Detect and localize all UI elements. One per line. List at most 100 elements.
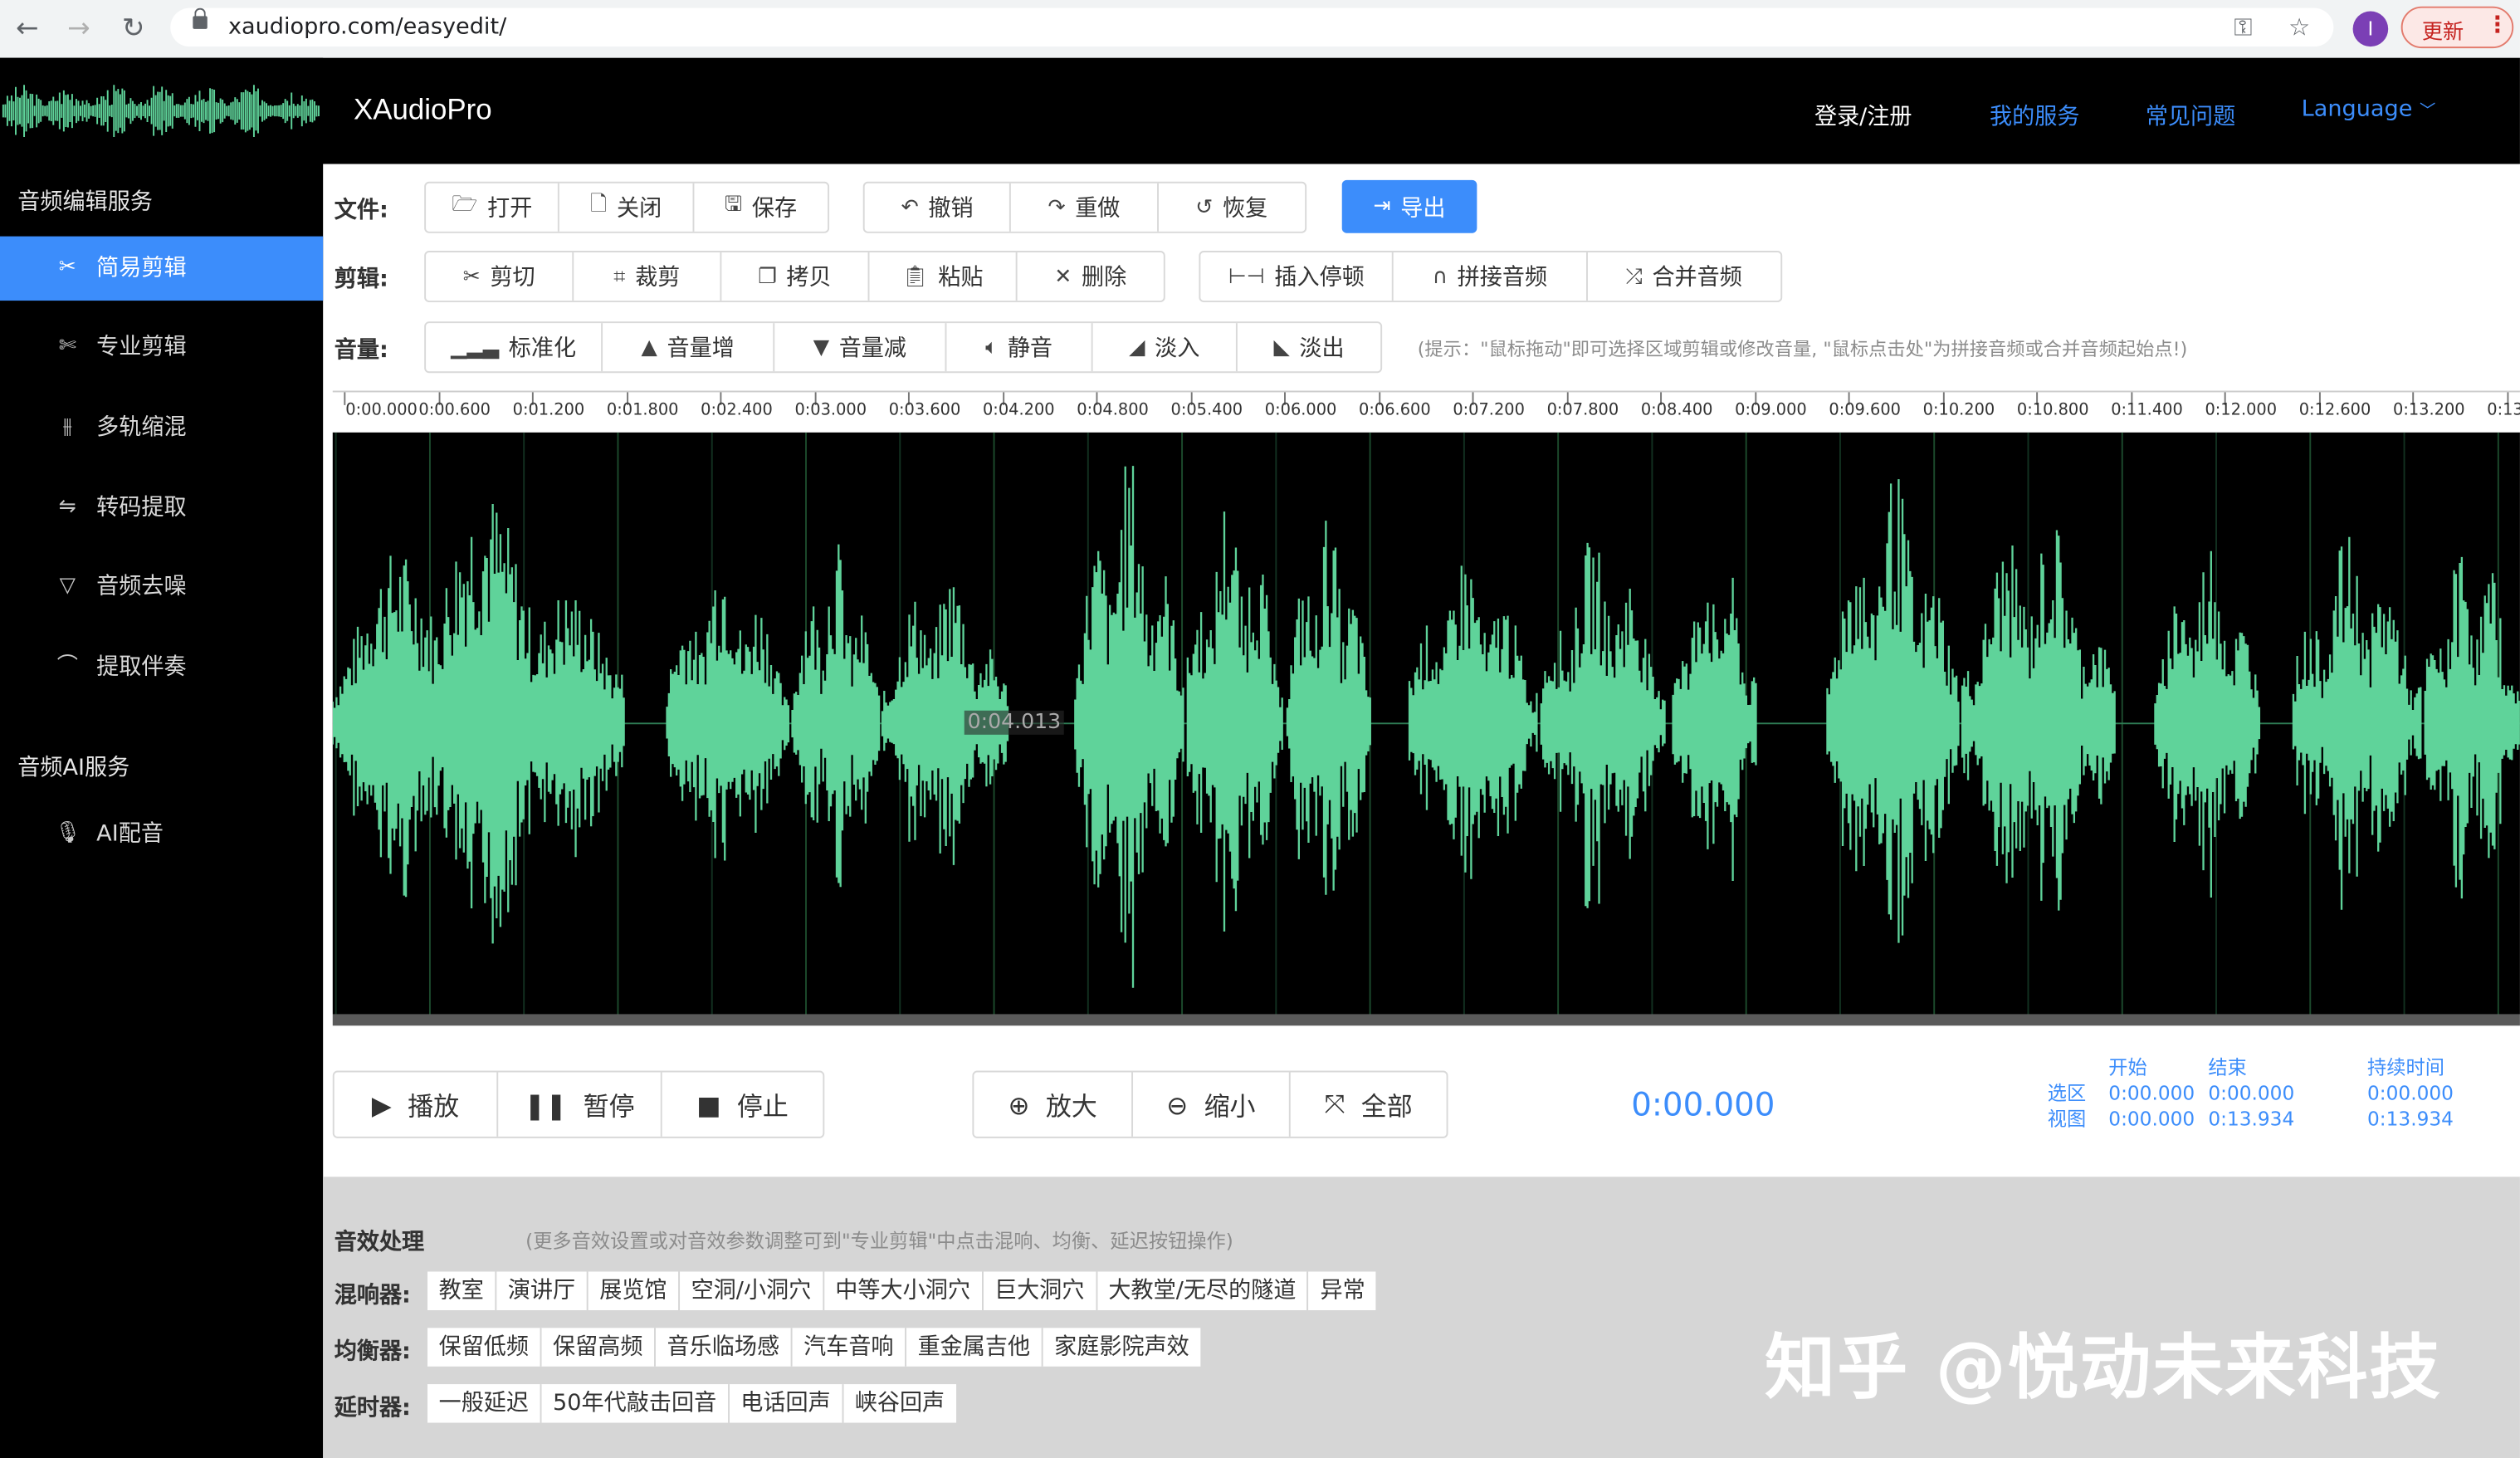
eq-chip[interactable]: 家庭影院声效	[1043, 1328, 1201, 1366]
key-icon[interactable]: ⚿	[2234, 12, 2252, 42]
cut-button[interactable]: ✂ 剪切	[426, 252, 574, 301]
delay-chip[interactable]: 一般延迟	[427, 1384, 542, 1423]
restore-button[interactable]: ↺ 恢复	[1158, 183, 1305, 232]
eq-chip[interactable]: 重金属吉他	[906, 1328, 1043, 1367]
file-button-group: 🗁 打开 🗋 关闭 🖫 保存	[424, 181, 830, 233]
splice-audio-button[interactable]: ∩ 拼接音频	[1394, 252, 1588, 301]
file-row-label: 文件:	[334, 198, 388, 224]
volume-up-button[interactable]: ▲ 音量增	[603, 323, 775, 372]
save-button[interactable]: 🖫 保存	[694, 183, 828, 232]
waveform	[332, 466, 2520, 988]
sidebar-item-ai-voice[interactable]: 🎙︎ AI配音	[0, 802, 323, 866]
ruler-tick-label: 0:10.800	[2016, 402, 2089, 420]
sidebar-item-denoise[interactable]: ▽ 音频去噪	[0, 555, 323, 619]
back-arrow-icon[interactable]: ←	[10, 12, 46, 47]
sidebar-item-easy-edit[interactable]: ✂ 简易剪辑	[0, 236, 324, 301]
delay-chip[interactable]: 50年代敲击回音	[541, 1384, 730, 1423]
cut-icon: ✄	[58, 334, 76, 359]
crop-button[interactable]: ⌗ 裁剪	[574, 252, 722, 301]
sidebar-item-multitrack[interactable]: ⫵ 多轨缩混	[0, 395, 323, 459]
reverb-chip[interactable]: 教室	[427, 1271, 497, 1311]
sidebar-item-label: AI配音	[96, 821, 164, 848]
app-title[interactable]: XAudioPro	[354, 93, 492, 127]
address-bar[interactable]: xaudiopro.com/easyedit/ ⚿ ☆	[170, 7, 2334, 47]
reverb-presets: 教室 演讲厅 展览馆 空洞/小洞穴 中等大小洞穴 巨大洞穴 大教堂/无尽的隧道 异常	[427, 1271, 1377, 1311]
ruler-tick-label: 0:00.600	[418, 402, 491, 420]
reverb-chip[interactable]: 大教堂/无尽的隧道	[1097, 1271, 1309, 1311]
fade-out-button[interactable]: ◣ 淡出	[1238, 323, 1380, 371]
forward-arrow-icon[interactable]: →	[61, 12, 97, 47]
reverb-chip[interactable]: 演讲厅	[496, 1271, 588, 1311]
zoom-in-button[interactable]: ⊕ 放大	[974, 1072, 1134, 1137]
faq-link[interactable]: 常见问题	[2146, 100, 2235, 132]
selection-row-label: 选区	[2047, 1082, 2087, 1105]
delete-label: 删除	[1081, 265, 1127, 291]
export-button[interactable]: ⇥ 导出	[1341, 179, 1477, 233]
update-button[interactable]: 更新 ⋮	[2400, 6, 2514, 49]
redo-button[interactable]: ↷ 重做	[1012, 183, 1159, 232]
star-icon[interactable]: ☆	[2288, 12, 2310, 42]
sidebar-item-accompaniment[interactable]: ⌒ 提取伴奏	[0, 635, 323, 699]
waveform-scrollbar[interactable]	[332, 1014, 2520, 1026]
shuffle-icon: ⤮	[1625, 264, 1643, 289]
sliders-icon: ⫵	[62, 414, 73, 439]
ruler-tick-label: 0:01.200	[512, 402, 585, 420]
sidebar-item-transcode[interactable]: ⇋ 转码提取	[0, 476, 323, 540]
restore-label: 恢复	[1222, 196, 1268, 223]
reverb-chip[interactable]: 中等大小洞穴	[824, 1271, 984, 1311]
crop-label: 裁剪	[635, 265, 681, 291]
normalize-label: 标准化	[508, 335, 577, 362]
normalize-button[interactable]: ▁▂▃ 标准化	[426, 323, 603, 372]
stop-button[interactable]: ■ 停止	[662, 1072, 823, 1136]
ruler-tick-label: 0:11.400	[2111, 402, 2183, 420]
duration-header: 持续时间	[2367, 1056, 2444, 1079]
close-button[interactable]: 🗋 关闭	[559, 183, 694, 232]
eq-chip[interactable]: 汽车音响	[793, 1328, 907, 1367]
eq-chip[interactable]: 保留低频	[427, 1328, 542, 1367]
reverb-chip[interactable]: 异常	[1309, 1272, 1376, 1310]
reverb-chip[interactable]: 空洞/小洞穴	[680, 1271, 824, 1311]
timeline-ruler[interactable]: 0:00.000 0:00.600 0:01.200 0:01.800 0:02.400…	[332, 390, 2520, 434]
reverb-chip[interactable]: 展览馆	[588, 1271, 681, 1311]
reverb-chip[interactable]: 巨大洞穴	[983, 1271, 1097, 1311]
insert-pause-button[interactable]: ⊢⊣ 插入停顿	[1200, 252, 1394, 301]
login-link[interactable]: 登录/注册	[1814, 100, 1912, 132]
open-label: 打开	[487, 196, 533, 223]
my-services-link[interactable]: 我的服务	[1990, 100, 2079, 132]
stop-label: 停止	[736, 1091, 789, 1123]
volume-down-button[interactable]: ▼ 音量减	[774, 323, 947, 372]
eq-chip[interactable]: 音乐临场感	[656, 1328, 793, 1367]
fade-out-label: 淡出	[1299, 335, 1345, 362]
merge-audio-button[interactable]: ⤮ 合并音频	[1587, 252, 1780, 301]
delay-chip[interactable]: 电话回声	[730, 1384, 844, 1423]
selection-end: 0:00.000	[2208, 1082, 2295, 1105]
zoom-out-button[interactable]: ⊖ 缩小	[1133, 1072, 1291, 1137]
ruler-tick-label: 0:03.000	[794, 402, 867, 420]
sidebar-item-pro-edit[interactable]: ✄ 专业剪辑	[0, 315, 323, 379]
language-dropdown[interactable]: Language ﹀	[2302, 96, 2436, 122]
paste-button[interactable]: 📋︎ 粘贴	[869, 252, 1018, 301]
ruler-tick-label: 0:12.600	[2298, 402, 2371, 420]
undo-button[interactable]: ↶ 撤销	[865, 183, 1012, 232]
selection-duration: 0:00.000	[2367, 1082, 2454, 1105]
ruler-tick-label: 0:13.200	[2393, 402, 2465, 420]
play-button[interactable]: ▶ 播放	[335, 1072, 499, 1137]
reload-icon[interactable]: ↻	[115, 12, 151, 47]
waveform-canvas[interactable]	[332, 432, 2520, 1015]
delete-button[interactable]: ✕ 删除	[1018, 252, 1164, 301]
pause-button[interactable]: ❚❚ 暂停	[498, 1072, 662, 1137]
eq-chip[interactable]: 保留高频	[541, 1328, 656, 1367]
redo-label: 重做	[1075, 196, 1121, 223]
view-end: 0:13.934	[2208, 1108, 2295, 1131]
open-button[interactable]: 🗁 打开	[426, 183, 560, 232]
logo-waveform[interactable]	[0, 57, 324, 164]
cursor-time-label: 0:04.013	[964, 710, 1065, 735]
profile-avatar[interactable]: I	[2352, 11, 2389, 47]
copy-button[interactable]: ❐ 拷贝	[721, 252, 870, 301]
fade-in-button[interactable]: ◢ 淡入	[1093, 323, 1238, 372]
zoom-all-button[interactable]: ⤧ 全部	[1291, 1072, 1447, 1136]
ruler-tick-label: 0:06.600	[1359, 402, 1431, 420]
mute-button[interactable]: 🔈︎ 静音	[946, 323, 1093, 372]
ruler-tick-label: 0:07.200	[1453, 402, 1525, 420]
delay-chip[interactable]: 峡谷回声	[843, 1384, 956, 1422]
